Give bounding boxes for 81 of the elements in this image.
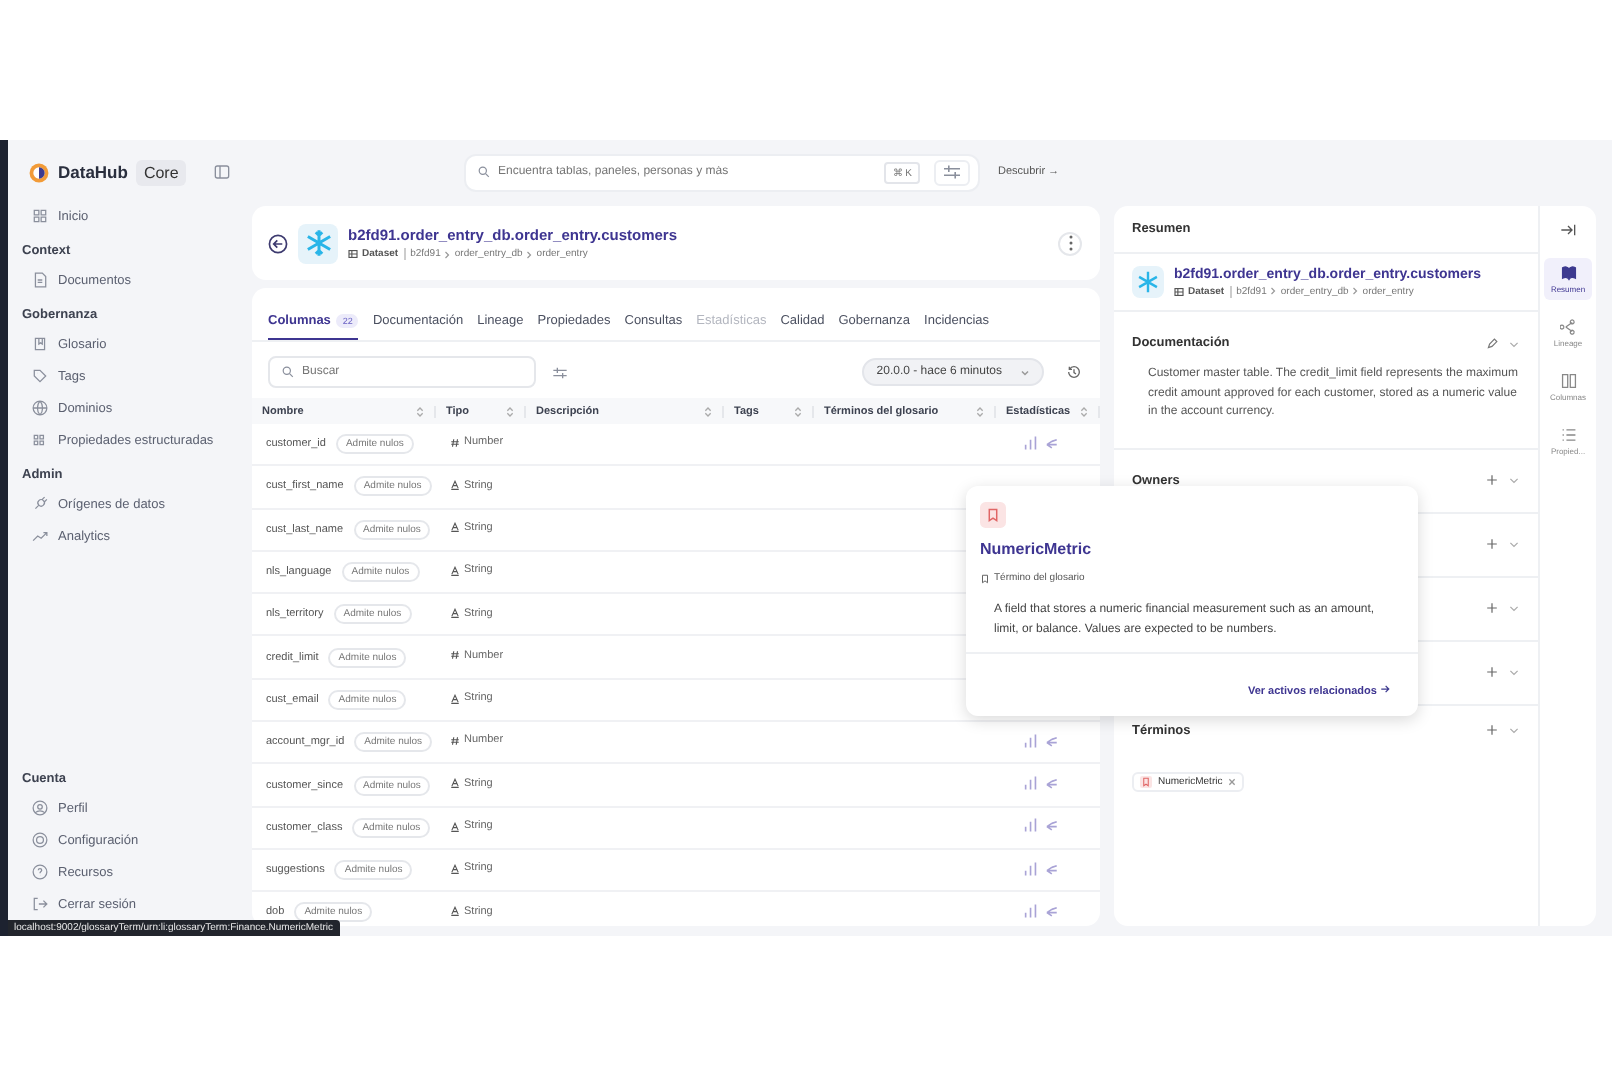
chevron-right-icon [526, 249, 533, 259]
more-icon [1067, 234, 1073, 252]
tab-icon [1559, 372, 1577, 390]
filter-button[interactable] [934, 159, 970, 185]
sort-icon [416, 405, 424, 417]
nav-icon [32, 432, 48, 448]
arrow-right-icon [1380, 684, 1390, 694]
chevron-down-icon[interactable] [1508, 602, 1520, 614]
sort-icon [704, 405, 712, 417]
add-icon[interactable] [1486, 602, 1498, 614]
dataset-icon [1174, 287, 1184, 295]
text-type-icon [450, 863, 460, 874]
sort-icon [794, 405, 802, 417]
text-type-icon [450, 693, 460, 704]
bookmark-icon [980, 573, 990, 583]
text-type-icon [450, 821, 460, 832]
search-icon [282, 366, 294, 378]
text-type-icon [450, 565, 460, 576]
nav-icon [32, 496, 48, 512]
sidebar-toggle-icon[interactable] [214, 164, 231, 180]
collapse-panel-icon[interactable] [1560, 222, 1576, 238]
edition-label: Core [135, 159, 187, 185]
stats-icons[interactable] [1024, 818, 1060, 833]
text-type-icon [450, 522, 460, 533]
chevron-down-icon[interactable] [1508, 666, 1520, 678]
stats-icons[interactable] [1024, 861, 1060, 876]
history-icon[interactable] [1066, 364, 1082, 380]
nav-icon [32, 272, 48, 288]
add-icon[interactable] [1486, 474, 1498, 486]
filter-icon[interactable] [552, 365, 568, 379]
add-icon[interactable] [1486, 724, 1498, 736]
chevron-down-icon [1020, 369, 1030, 375]
nav-icon [32, 208, 48, 224]
edit-icon[interactable] [1486, 337, 1498, 349]
chevron-right-icon [444, 249, 451, 259]
bookmark-icon [980, 502, 1006, 528]
sort-icon [506, 405, 514, 417]
stats-icons[interactable] [1024, 776, 1060, 791]
app-name: DataHub [58, 162, 128, 182]
nav-icon [32, 800, 48, 816]
tab-icon [1559, 318, 1577, 336]
chevron-right-icon [1352, 286, 1359, 296]
hash-icon [450, 735, 460, 746]
close-icon[interactable] [1228, 777, 1237, 785]
back-icon[interactable] [268, 233, 288, 253]
chevron-down-icon[interactable] [1508, 724, 1520, 736]
nav-icon [32, 864, 48, 880]
filter-icon [942, 164, 962, 180]
stats-icons[interactable] [1024, 733, 1060, 748]
tab-icon [1559, 426, 1577, 444]
chevron-down-icon[interactable] [1508, 538, 1520, 550]
nav-icon [32, 896, 48, 912]
bookmark-icon [1140, 775, 1152, 787]
text-type-icon [450, 480, 460, 491]
nav-icon [32, 400, 48, 416]
nav-icon [32, 368, 48, 384]
add-icon[interactable] [1486, 538, 1498, 550]
hash-icon [450, 437, 460, 448]
nav-icon [32, 832, 48, 848]
nav-icon [32, 336, 48, 352]
more-button[interactable] [1058, 231, 1082, 255]
nav-icon [32, 528, 48, 544]
snowflake-icon [298, 223, 338, 263]
chevron-down-icon[interactable] [1508, 474, 1520, 486]
text-type-icon [450, 778, 460, 789]
chevron-down-icon[interactable] [1508, 337, 1520, 349]
term-title[interactable]: NumericMetric [980, 540, 1092, 558]
sort-icon [1080, 405, 1088, 417]
search-icon [478, 166, 490, 178]
text-type-icon [450, 608, 460, 619]
chevron-right-icon [1270, 286, 1277, 296]
snowflake-icon [1132, 266, 1164, 298]
stats-icons[interactable] [1024, 903, 1060, 918]
dataset-icon [348, 250, 358, 258]
logo-icon [28, 161, 50, 183]
hash-icon [450, 650, 460, 661]
sort-icon [976, 405, 984, 417]
stats-icons[interactable] [1024, 435, 1060, 450]
text-type-icon [450, 906, 460, 917]
add-icon[interactable] [1486, 666, 1498, 678]
tab-icon [1559, 264, 1577, 282]
